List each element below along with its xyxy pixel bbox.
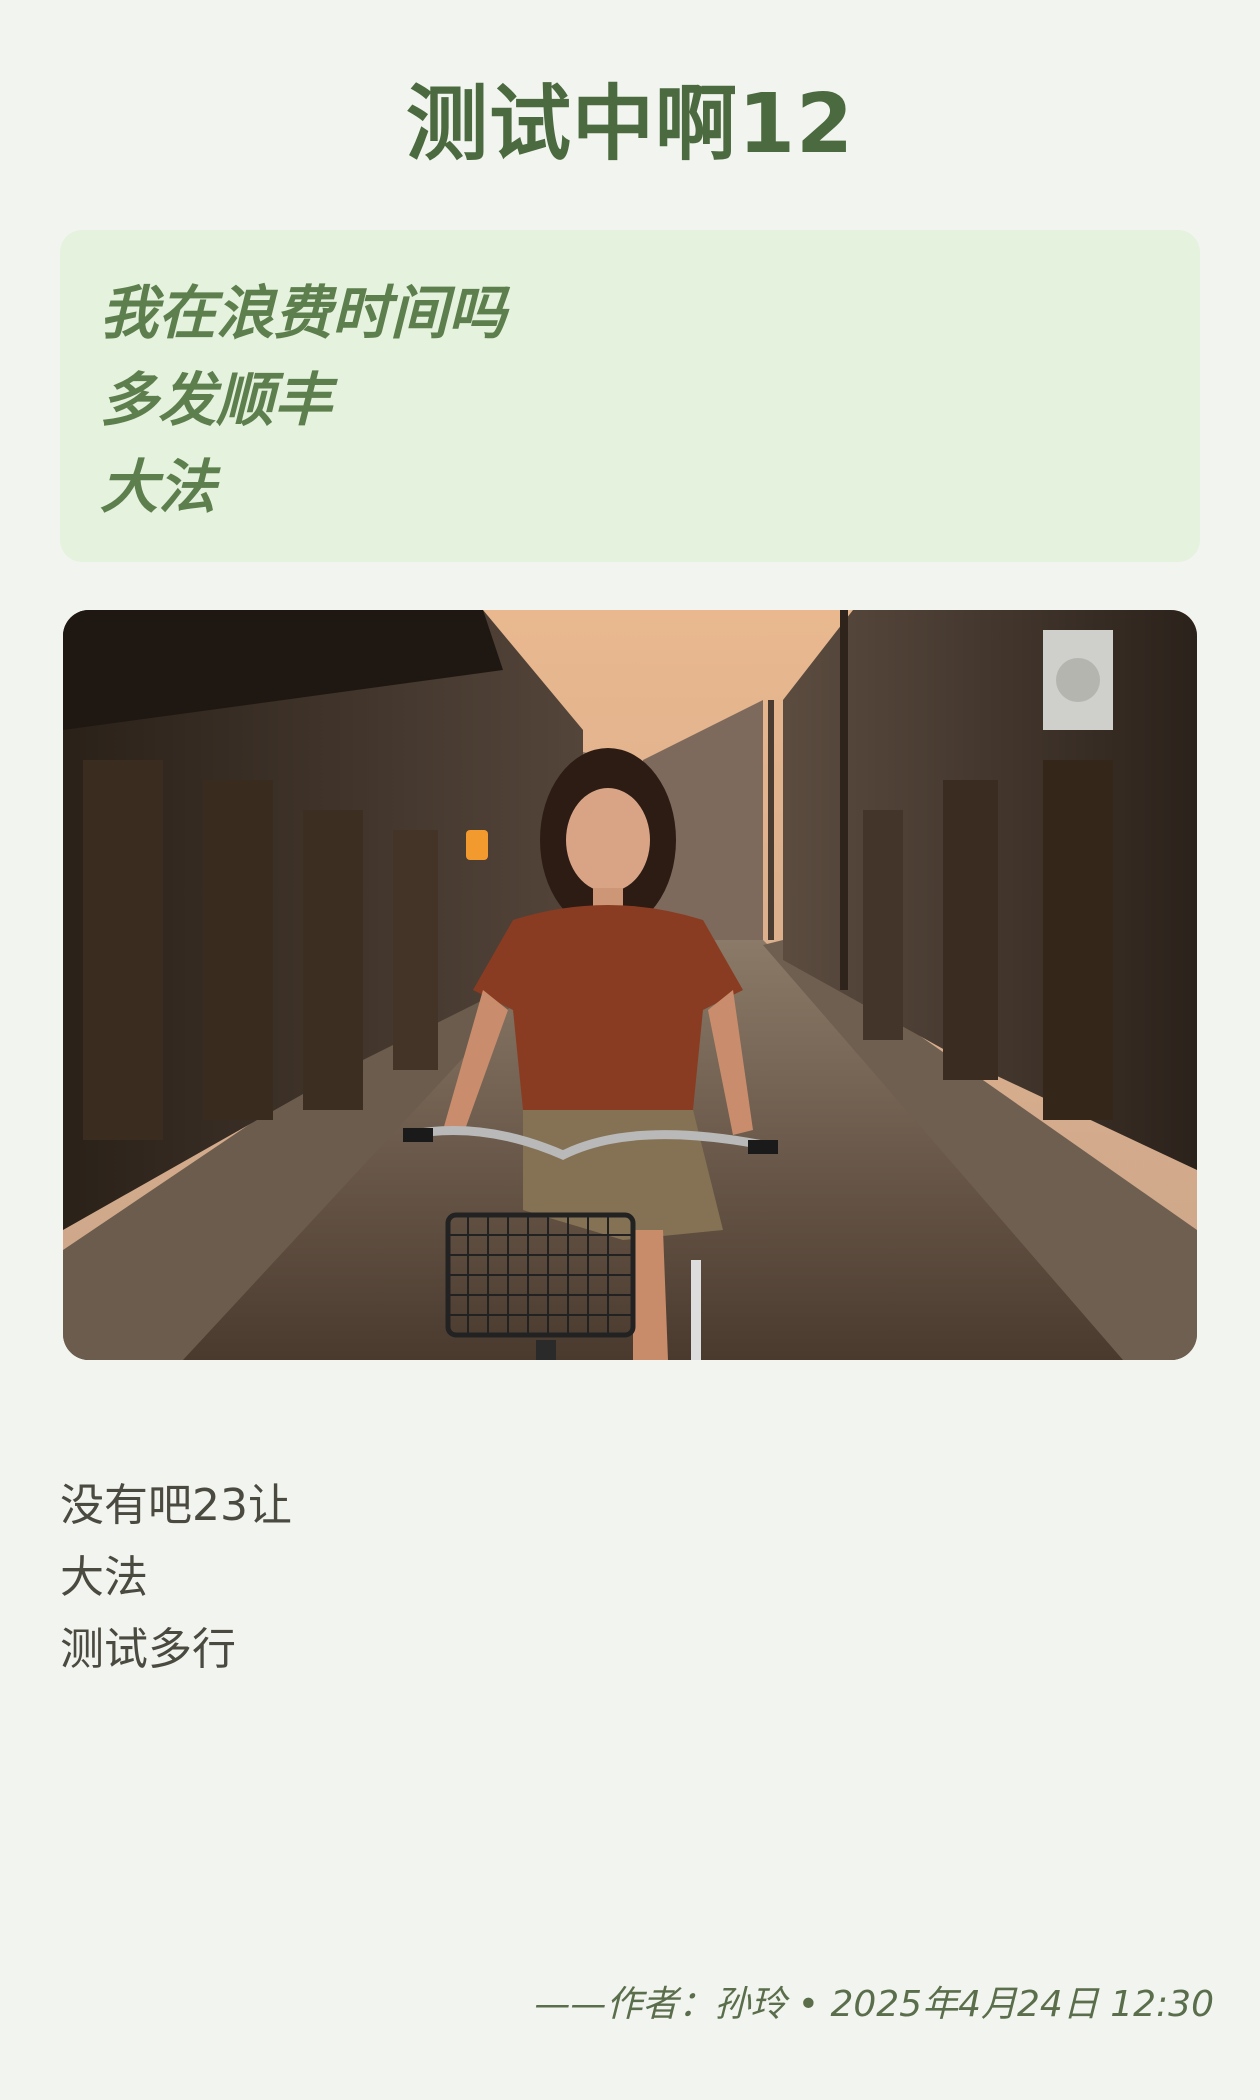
footer-separator: • — [786, 1984, 831, 2025]
body-line: 测试多行 — [60, 1624, 236, 1675]
footer-prefix: ——作者： — [534, 1984, 715, 2025]
page-title: 测试中啊12 — [405, 77, 855, 172]
quote-line: 我在浪费时间吗 — [100, 279, 507, 347]
quote-box: 我在浪费时间吗 多发顺丰 大法 — [60, 230, 1200, 562]
quote-line: 大法 — [100, 453, 217, 521]
quote-line: 多发顺丰 — [100, 366, 333, 434]
body-line: 没有吧23让 — [60, 1480, 292, 1531]
publish-datetime: 2025年4月24日 12:30 — [830, 1984, 1214, 2025]
body-line: 大法 — [60, 1552, 148, 1603]
author-footer: ——作者：孙玲 • 2025年4月24日 12:30 — [534, 1975, 1214, 2035]
photo-woman-on-bicycle — [63, 610, 1197, 1360]
body-text: 没有吧23让 大法 测试多行 — [60, 1470, 1200, 1686]
author-name: 孙玲 — [714, 1984, 787, 2025]
